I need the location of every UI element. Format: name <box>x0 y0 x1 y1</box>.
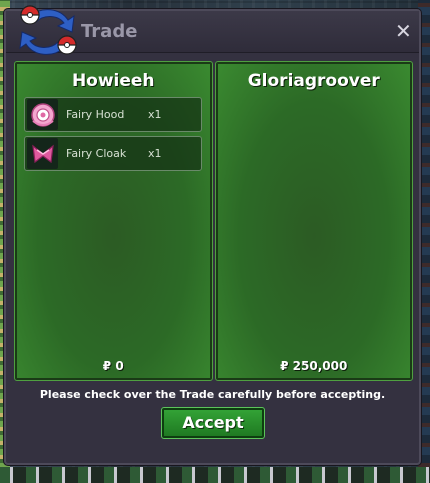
left-player-name: Howieeh <box>71 71 155 91</box>
right-money-amount: ₽ 250,000 <box>280 359 348 373</box>
close-icon[interactable]: ✕ <box>395 21 412 41</box>
fairy-cloak-icon <box>27 138 58 169</box>
left-money-amount: ₽ 0 <box>102 359 124 373</box>
trade-notice: Please check over the Trade carefully be… <box>39 388 386 401</box>
right-player-name: Gloriagroover <box>247 71 380 91</box>
left-trade-panel: Howieeh Fairy Hood x1 Fairy Cloak x1 ₽ 0 <box>14 61 213 381</box>
background-tiles-bottom <box>0 467 430 483</box>
fairy-hood-icon <box>27 99 58 130</box>
accept-button[interactable]: Accept <box>161 407 265 439</box>
right-trade-panel: Gloriagroover ₽ 250,000 <box>214 61 413 381</box>
trade-dialog: Trade ✕ Howieeh Fairy Hood x1 Fairy Cloa… <box>4 5 421 465</box>
trade-item[interactable]: Fairy Cloak x1 <box>24 136 202 171</box>
trade-panels: Howieeh Fairy Hood x1 Fairy Cloak x1 ₽ 0… <box>14 61 413 381</box>
trade-item[interactable]: Fairy Hood x1 <box>24 97 202 132</box>
trade-logo-icon <box>19 5 77 55</box>
item-quantity: x1 <box>148 108 162 121</box>
item-quantity: x1 <box>148 147 162 160</box>
item-name: Fairy Hood <box>66 108 125 121</box>
item-name: Fairy Cloak <box>66 147 127 160</box>
window-title: Trade <box>81 21 138 42</box>
